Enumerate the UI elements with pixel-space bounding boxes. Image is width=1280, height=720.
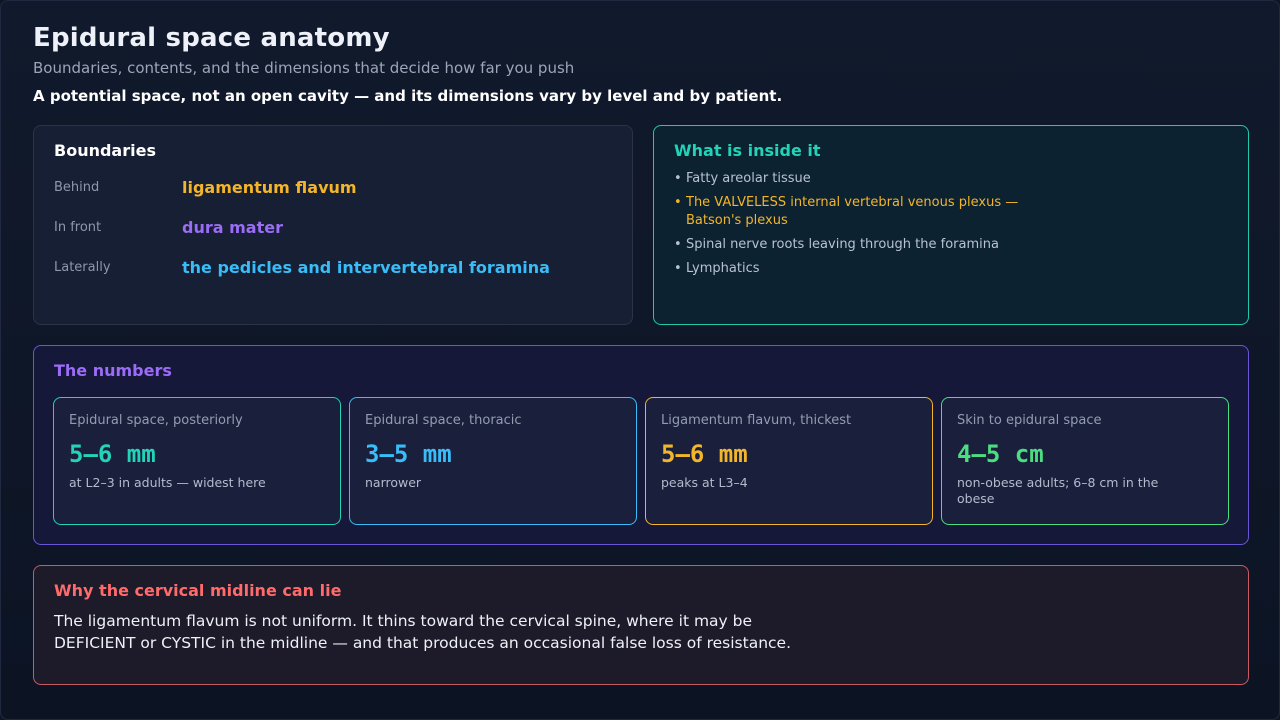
boundary-value: dura mater [182, 217, 283, 237]
number-card-thoracic: Epidural space, thoracic 3–5 mm narrower [349, 397, 637, 525]
slide-frame: Epidural space anatomy Boundaries, conte… [0, 0, 1280, 720]
boundaries-panel: Boundaries Behind ligamentum flavum In f… [33, 125, 633, 325]
page-lede: A potential space, not an open cavity — … [33, 87, 783, 105]
card-label: Epidural space, thoracic [365, 413, 522, 428]
number-card-flavum: Ligamentum flavum, thickest 5–6 mm peaks… [645, 397, 933, 525]
cervical-text: The ligamentum flavum is not uniform. It… [54, 612, 792, 652]
bullet-icon: • [674, 261, 682, 276]
contents-item: • Lymphatics [674, 261, 760, 276]
card-label: Epidural space, posteriorly [69, 413, 243, 428]
bullet-icon: • [674, 171, 682, 186]
bullet-icon: • [674, 195, 682, 210]
boundary-row-in-front: In front dura mater [54, 215, 283, 239]
page-title: Epidural space anatomy [33, 23, 390, 53]
card-value: 3–5 mm [365, 440, 452, 468]
boundary-row-laterally: Laterally the pedicles and intervertebra… [54, 255, 550, 279]
numbers-panel: The numbers Epidural space, posteriorly … [33, 345, 1249, 545]
card-note: at L2–3 in adults — widest here [69, 475, 266, 490]
numbers-title: The numbers [54, 361, 172, 380]
card-note: peaks at L3–4 [661, 475, 748, 490]
bullet-icon: • [674, 237, 682, 252]
boundary-row-behind: Behind ligamentum flavum [54, 175, 357, 199]
page-subtitle: Boundaries, contents, and the dimensions… [33, 59, 575, 77]
card-label: Skin to epidural space [957, 413, 1102, 428]
cervical-panel: Why the cervical midline can lie The lig… [33, 565, 1249, 685]
number-card-posterior: Epidural space, posteriorly 5–6 mm at L2… [53, 397, 341, 525]
boundary-key: In front [54, 219, 102, 235]
boundaries-title: Boundaries [54, 141, 156, 160]
contents-title: What is inside it [674, 141, 821, 160]
contents-item: • Spinal nerve roots leaving through the … [674, 237, 999, 252]
contents-item-highlight: • The VALVELESS internal vertebral venous… [674, 195, 1019, 228]
card-label: Ligamentum flavum, thickest [661, 413, 852, 428]
boundary-key: Laterally [54, 259, 111, 275]
contents-item: • Fatty areolar tissue [674, 171, 811, 186]
number-card-skin-depth: Skin to epidural space 4–5 cm non-obese … [941, 397, 1229, 525]
boundary-value: ligamentum flavum [182, 177, 357, 197]
cervical-title: Why the cervical midline can lie [54, 581, 342, 600]
boundary-value: the pedicles and intervertebral foramina [182, 257, 550, 277]
card-note: non-obese adults; 6–8 cm in the obese [957, 475, 1159, 506]
boundary-key: Behind [54, 179, 100, 195]
card-value: 4–5 cm [957, 440, 1044, 468]
card-value: 5–6 mm [661, 440, 748, 468]
card-value: 5–6 mm [69, 440, 156, 468]
contents-panel: What is inside it • Fatty areolar tissue … [653, 125, 1249, 325]
card-note: narrower [365, 475, 422, 490]
